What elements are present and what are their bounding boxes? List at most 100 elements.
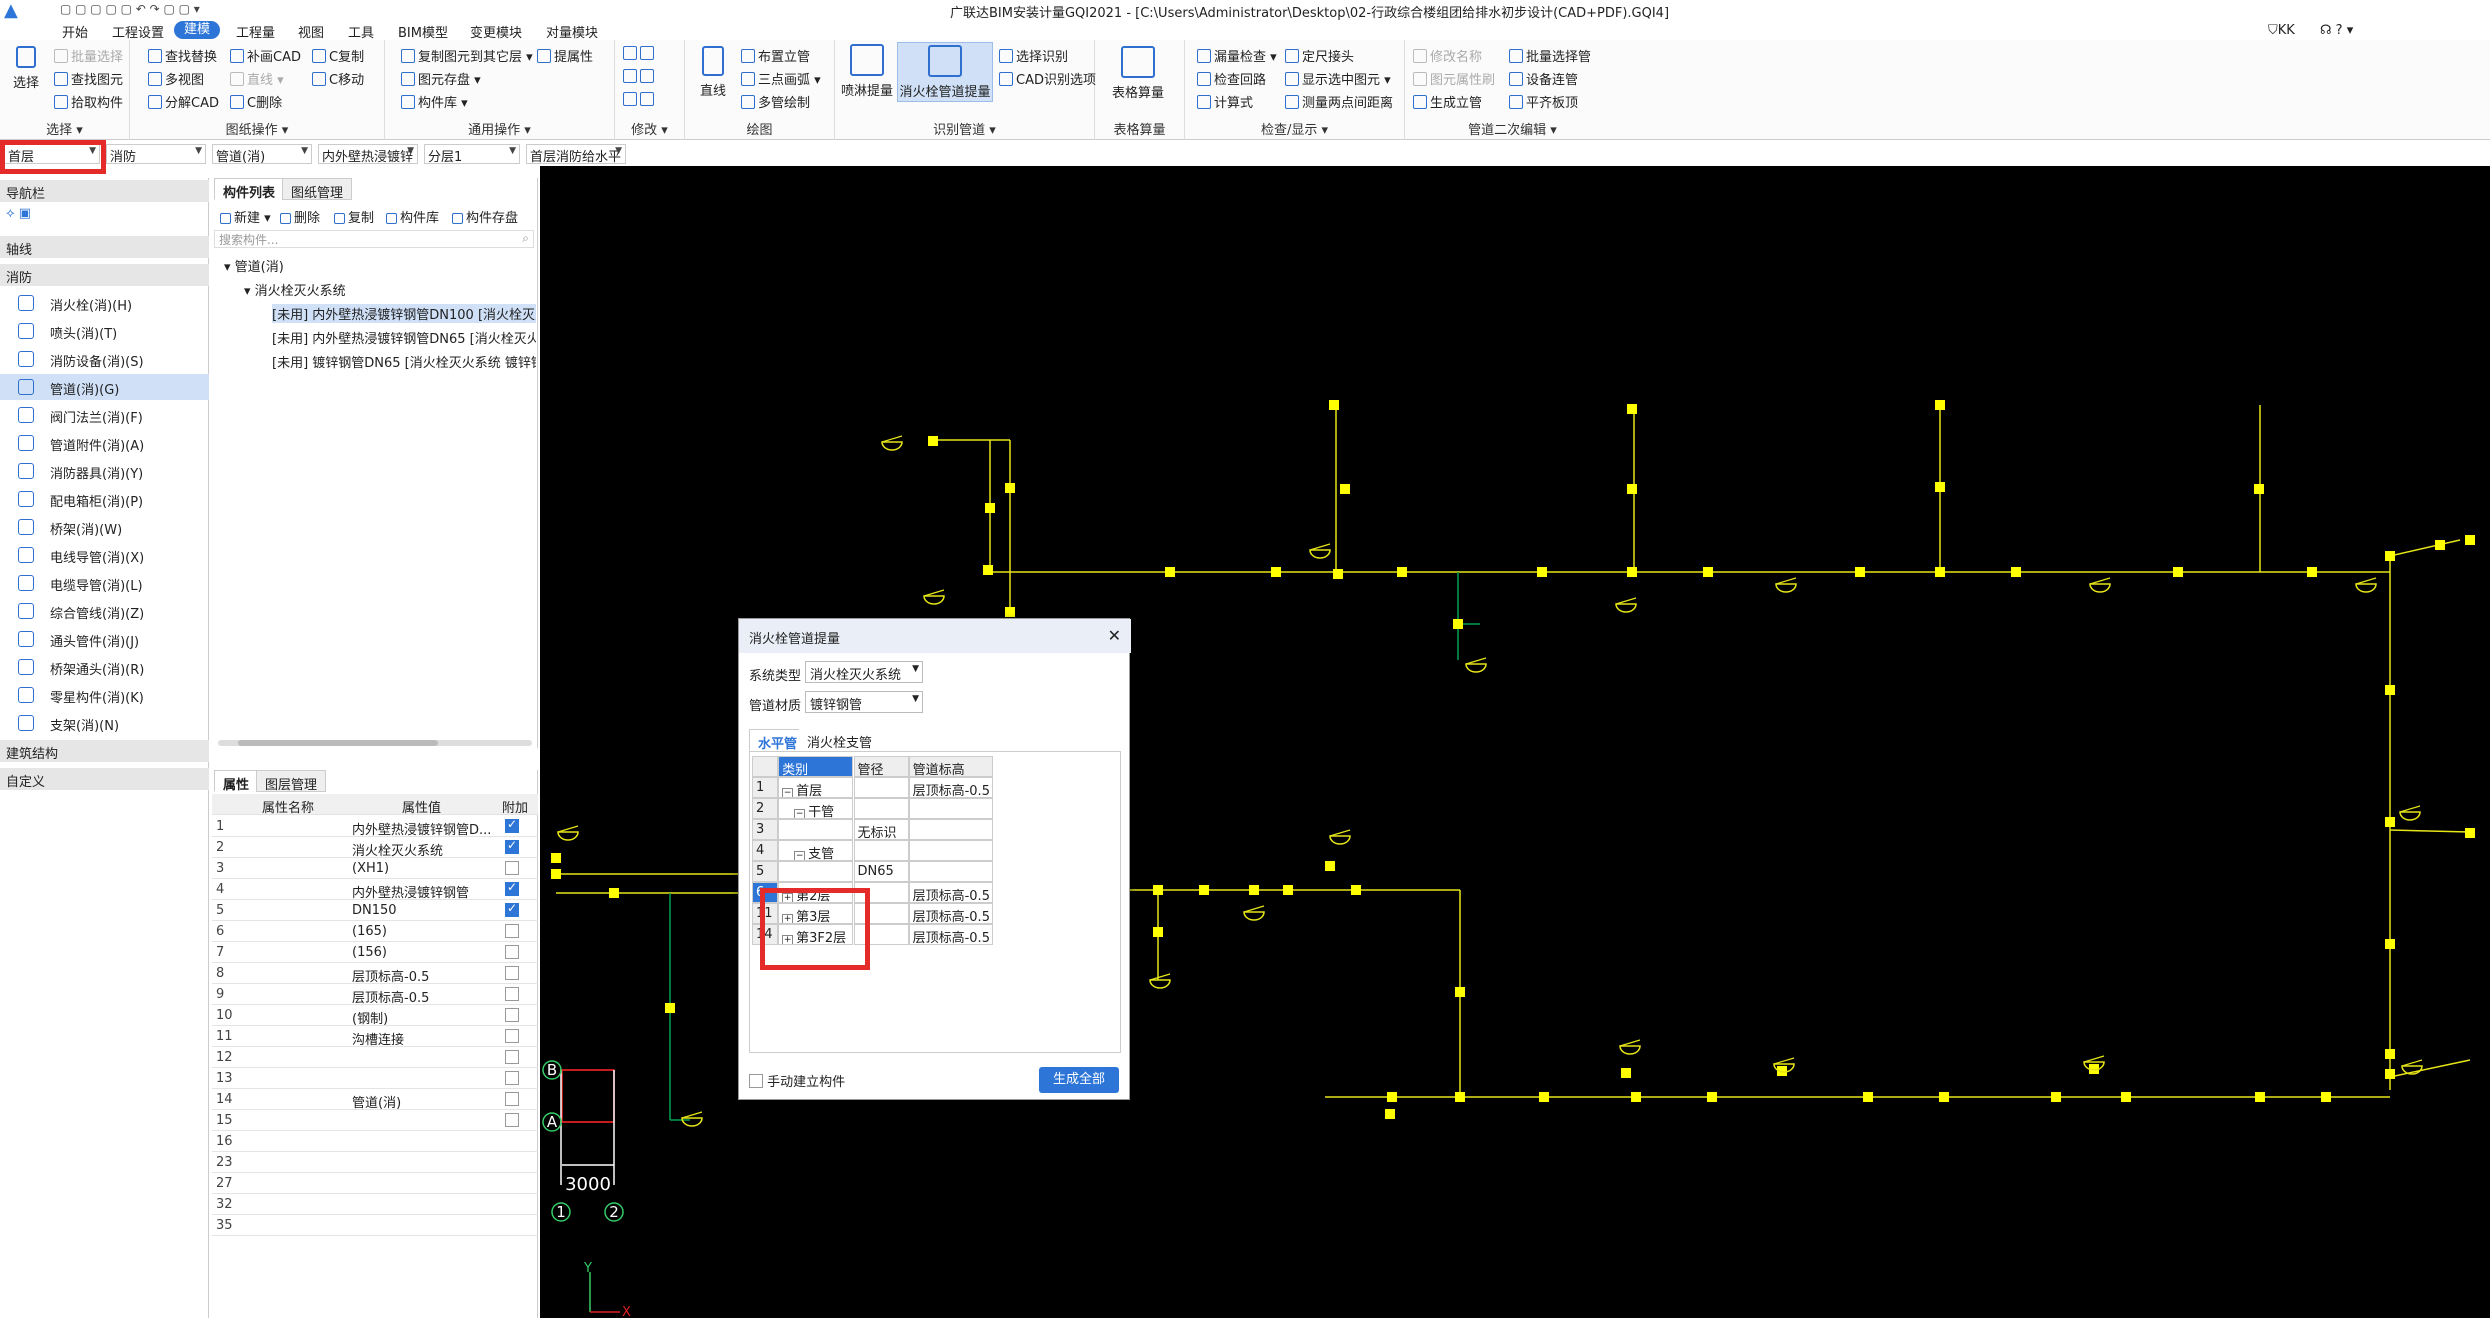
property-row[interactable]: 10管件材质(钢制) (212, 1005, 538, 1027)
extract-attribute-button[interactable]: 提属性 (537, 46, 593, 65)
new-button[interactable]: 新建 ▾ (220, 207, 271, 226)
hydrant-symbol[interactable] (1149, 973, 1171, 981)
pipe-line[interactable] (2389, 829, 2471, 833)
pipe-node[interactable] (1935, 482, 1945, 492)
menu-bim-model[interactable]: BIM模型 (398, 22, 448, 41)
grid-cell-category[interactable]: − 支管 (778, 840, 854, 861)
hydrant-symbol[interactable] (1465, 663, 1487, 673)
hydrant-symbol[interactable] (2401, 1059, 2423, 1067)
pipe-node[interactable] (985, 503, 995, 513)
extra-checkbox[interactable] (505, 924, 519, 938)
component-search-input[interactable]: 搜索构件... ⌕ (214, 230, 534, 248)
hydrant-symbol[interactable] (681, 1117, 703, 1127)
property-row[interactable]: 12所在位置 (212, 1047, 538, 1068)
menu-check-module[interactable]: 对量模块 (546, 22, 598, 41)
component-type-select[interactable]: 管道(消) ▼ (212, 144, 312, 164)
find-replace-button[interactable]: 查找替换 (148, 46, 217, 65)
pipe-node[interactable] (1939, 1092, 1949, 1102)
hydrant-pipe-quantity-button[interactable]: 消火栓管道提量 (897, 42, 993, 102)
grid-cell-diameter[interactable]: DN65 (853, 861, 909, 882)
hydrant-symbol[interactable] (1619, 1045, 1641, 1055)
menu-tools[interactable]: 工具 (348, 22, 374, 41)
axis-grid-box[interactable] (561, 1069, 615, 1123)
copy-to-other-floor-button[interactable]: 复制图元到其它层 ▾ (401, 46, 533, 65)
table-quantity-button[interactable]: 表格算量 (1103, 46, 1173, 101)
pipe-node[interactable] (1627, 484, 1637, 494)
property-row[interactable]: 6外径(mm)(165) (212, 921, 538, 942)
hydrant-symbol[interactable] (1775, 583, 1797, 593)
cad-identify-options-button[interactable]: CAD识别选项 (999, 69, 1096, 88)
pipe-node[interactable] (1005, 607, 1015, 617)
tab-horizontal-pipe[interactable]: 水平管 (749, 729, 807, 752)
c-copy-button[interactable]: C复制 (312, 46, 364, 65)
multi-view-button[interactable]: 多视图 (148, 69, 204, 88)
component-select[interactable]: 内外壁热浸镀锌 ▼ (318, 144, 418, 164)
grid-cell-category[interactable] (778, 861, 854, 882)
extra-checkbox[interactable] (505, 966, 519, 980)
pipe-material-select[interactable]: 镀锌钢管 ▼ (805, 691, 923, 713)
menu-modeling[interactable]: 建模 (174, 21, 221, 39)
property-row[interactable]: 5管径规格(mm)DN150 (212, 900, 538, 921)
pipe-node[interactable] (928, 436, 938, 446)
pipe-node[interactable] (2173, 567, 2183, 577)
grid-cell-category[interactable]: − 干管 (778, 798, 854, 819)
property-row[interactable]: 27⊞ 刷油保温 (212, 1173, 538, 1194)
hydrant-symbol[interactable] (1309, 549, 1331, 559)
tree-root[interactable]: ▾ 管道(消) (224, 256, 284, 275)
element-save-button[interactable]: 图元存盘 ▾ (401, 69, 481, 88)
pipe-node[interactable] (2465, 535, 2475, 545)
pipe-node[interactable] (609, 888, 619, 898)
nav-item[interactable]: 配电箱柜(消)(P) (0, 486, 209, 512)
tab-layer-management[interactable]: 图层管理 (256, 770, 327, 793)
grid-cell-elevation[interactable]: 层顶标高-0.5 (908, 903, 993, 924)
pipe-node[interactable] (1537, 567, 1547, 577)
nav-section-axis[interactable]: 轴线 (0, 236, 209, 258)
nav-item[interactable]: 消防器具(消)(Y) (0, 458, 209, 484)
pipe-node[interactable] (665, 1003, 675, 1013)
pipe-node[interactable] (2254, 484, 2264, 494)
batch-select-button[interactable]: 批量选择 (54, 46, 123, 65)
component-library-button[interactable]: 构件库 ▾ (401, 92, 468, 111)
pipe-node[interactable] (1703, 567, 1713, 577)
nav-item[interactable]: 桥架(消)(W) (0, 514, 209, 540)
measure-distance-button[interactable]: 测量两点间距离 (1285, 92, 1393, 111)
extra-checkbox[interactable] (505, 987, 519, 1001)
hydrant-symbol[interactable] (1329, 835, 1351, 845)
hydrant-symbol[interactable] (923, 589, 945, 597)
horizontal-scrollbar[interactable] (218, 740, 532, 746)
modify-tools[interactable] (623, 46, 657, 62)
draw-line-button[interactable]: 直线 (693, 46, 733, 99)
pipe-node[interactable] (1249, 885, 1259, 895)
pipe-node[interactable] (1385, 1109, 1395, 1119)
show-selected-button[interactable]: 显示选中图元 ▾ (1285, 69, 1391, 88)
grid-cell-elevation[interactable] (908, 861, 993, 882)
copy-button[interactable]: 复制 (334, 207, 374, 226)
pipe-node[interactable] (1707, 1092, 1717, 1102)
hydrant-symbol[interactable] (2355, 583, 2377, 593)
place-riser-button[interactable]: 布置立管 (741, 46, 810, 65)
property-row[interactable]: 1名称内外壁热浸镀锌钢管D... (212, 816, 538, 838)
c-move-button[interactable]: C移动 (312, 69, 364, 88)
hydrant-symbol[interactable] (557, 825, 579, 833)
grid-cell-elevation[interactable] (908, 798, 993, 819)
pipe-node[interactable] (2321, 1092, 2331, 1102)
extra-checkbox[interactable] (505, 1113, 519, 1127)
hydrant-symbol[interactable] (1775, 577, 1797, 585)
formula-button[interactable]: 计算式 (1197, 92, 1253, 111)
nav-item[interactable]: 管道(消)(G) (0, 374, 209, 400)
pipe-node[interactable] (1325, 861, 1335, 871)
pipe-node[interactable] (1333, 569, 1343, 579)
line-button[interactable]: 直线 ▾ (230, 69, 284, 88)
pipe-node[interactable] (1329, 400, 1339, 410)
grid-cell-elevation[interactable] (908, 840, 993, 861)
property-row[interactable]: 2系统类型消火栓灭火系统 (212, 837, 538, 859)
pipe-node[interactable] (1453, 619, 1463, 629)
hydrant-symbol[interactable] (1615, 603, 1637, 613)
property-row[interactable]: 3系统编号(XH1) (212, 858, 538, 879)
delete-button[interactable]: 删除 (280, 207, 320, 226)
hydrant-symbol[interactable] (2083, 1055, 2105, 1063)
pipe-node[interactable] (2385, 685, 2395, 695)
hydrant-symbol[interactable] (923, 595, 945, 605)
help-icon[interactable]: ☊ ? ▾ (2320, 23, 2353, 38)
property-row[interactable]: 16⊞ 计算 (212, 1131, 538, 1152)
